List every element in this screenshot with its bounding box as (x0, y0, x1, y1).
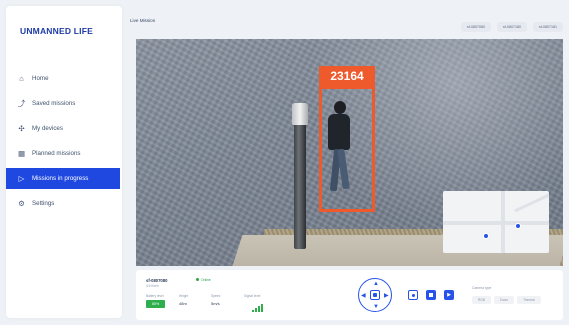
main-content: Live Mission sf-0807080 sf-0807180 sf-08… (130, 6, 563, 320)
battery-stat: Battery level 80% (146, 294, 166, 308)
gear-icon: ⚙ (18, 199, 25, 208)
sidebar-item-my-devices[interactable]: ✣ My devices (6, 118, 122, 139)
drone-subinfo: 4.5 Km/h (146, 284, 159, 288)
sidebar-item-label: Planned missions (32, 150, 81, 157)
sidebar-item-home[interactable]: ⌂ Home (6, 68, 122, 89)
battery-label: Battery level (146, 294, 164, 298)
direction-pad[interactable]: ▲ ▼ ◀ ▶ (358, 278, 392, 312)
live-video-feed[interactable]: 23164 (136, 39, 563, 266)
drone-tab[interactable]: sf-0807080 (461, 22, 492, 32)
camera-type-label: Camera type (472, 286, 492, 290)
play-button[interactable]: ▶ (444, 290, 454, 300)
drone-control-panel: sf-0807080 Online 4.5 Km/h Battery level… (136, 270, 563, 320)
signal-strength-icon (252, 304, 264, 312)
camera-mode-selector: RGB Zoom Thermal (472, 296, 541, 304)
camera-mode-rgb[interactable]: RGB (472, 296, 491, 304)
drone-location-marker[interactable] (515, 223, 521, 229)
drone-tabs: sf-0807080 sf-0807180 sf-0807181 (461, 22, 563, 32)
record-button[interactable] (408, 290, 418, 300)
sidebar-item-label: Home (32, 75, 49, 82)
drone-tab[interactable]: sf-0807181 (533, 22, 563, 32)
height-stat: Height 48m (179, 294, 188, 306)
bollard-pole (294, 111, 306, 249)
arrow-right-icon[interactable]: ▶ (384, 293, 389, 299)
route-icon: ⤴ (17, 99, 26, 108)
home-icon: ⌂ (19, 74, 24, 83)
calendar-icon: ▦ (17, 149, 26, 158)
stop-button[interactable] (426, 290, 436, 300)
drone-icon: ✣ (18, 124, 25, 133)
page-title: Live Mission (130, 18, 156, 23)
arrow-up-icon[interactable]: ▲ (373, 281, 379, 287)
camera-mode-zoom[interactable]: Zoom (493, 296, 515, 304)
arrow-left-icon[interactable]: ◀ (361, 293, 366, 299)
drone-id: sf-0807080 (146, 278, 168, 283)
sidebar-nav: ⌂ Home ⤴ Saved missions ✣ My devices ▦ P… (6, 68, 122, 218)
minimap[interactable] (443, 191, 549, 253)
app-logo: UNMANNED LIFE (20, 26, 93, 36)
sidebar-item-label: Saved missions (32, 100, 76, 107)
speed-label: Speed (211, 294, 221, 298)
signal-stat: Signal level (244, 294, 260, 298)
sidebar-item-saved-missions[interactable]: ⤴ Saved missions (6, 93, 122, 114)
arrow-down-icon[interactable]: ▼ (373, 304, 379, 310)
status-badge: Online (196, 278, 211, 282)
sidebar-item-label: Settings (32, 200, 55, 207)
bollard-light (292, 103, 308, 125)
signal-label: Signal level (244, 294, 261, 298)
speed-stat: Speed 5m/s (211, 294, 220, 306)
topbar: Live Mission sf-0807080 sf-0807180 sf-08… (130, 6, 563, 38)
detection-bounding-box (319, 86, 375, 212)
hover-button[interactable] (370, 290, 380, 300)
detection-label: 23164 (319, 66, 375, 86)
sidebar-item-label: Missions in progress (32, 175, 89, 182)
drone-tab[interactable]: sf-0807180 (497, 22, 528, 32)
sidebar-item-planned-missions[interactable]: ▦ Planned missions (6, 143, 122, 164)
height-label: Height (179, 294, 189, 298)
sidebar-item-settings[interactable]: ⚙ Settings (6, 193, 122, 214)
height-value: 48m (179, 301, 187, 306)
camera-mode-thermal[interactable]: Thermal (517, 296, 541, 304)
play-icon: ▷ (18, 174, 25, 183)
speed-value: 5m/s (211, 301, 220, 306)
sidebar: UNMANNED LIFE ⌂ Home ⤴ Saved missions ✣ … (6, 6, 122, 318)
battery-value: 80% (146, 300, 166, 308)
sidebar-item-missions-in-progress[interactable]: ▷ Missions in progress (6, 168, 120, 189)
sidebar-item-label: My devices (32, 125, 63, 132)
drone-location-marker[interactable] (483, 233, 489, 239)
